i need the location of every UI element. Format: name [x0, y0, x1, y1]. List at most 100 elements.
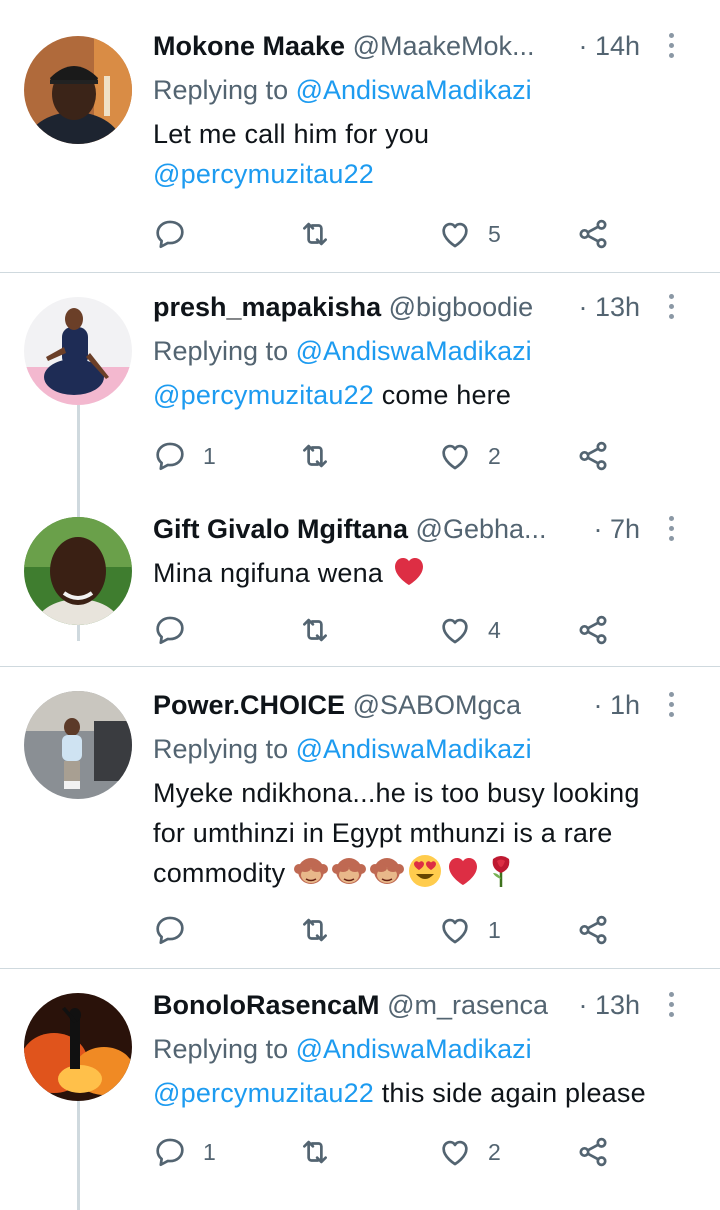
tweet-actions: 1 2: [153, 1132, 613, 1172]
share-button[interactable]: [576, 214, 610, 254]
reply-icon: [153, 613, 187, 647]
retweet-icon: [298, 613, 332, 647]
reply-icon: [153, 913, 187, 947]
reply-button[interactable]: [153, 910, 203, 950]
more-icon[interactable]: [666, 689, 676, 721]
tweet-text: @percymuzitau22 this side again please: [153, 1073, 700, 1113]
user-handle[interactable]: @m_rasenca: [387, 990, 548, 1020]
retweet-icon: [298, 217, 332, 251]
user-handle[interactable]: @SABOMgca: [353, 690, 521, 720]
reply-button[interactable]: 1: [153, 1132, 216, 1172]
reply-button[interactable]: 1: [153, 436, 216, 476]
share-icon: [576, 613, 610, 647]
tweet-actions: 1 2: [153, 436, 613, 476]
tweet-time[interactable]: · 13h: [578, 287, 640, 327]
reply-feed: Mokone Maake @MaakeMok... · 14h Replying…: [0, 0, 720, 1210]
share-button[interactable]: [576, 1132, 610, 1172]
tweet-text: Mina ngifuna wena: [153, 553, 700, 593]
see-no-evil-monkey-emoji: [293, 853, 329, 889]
tweet-card[interactable]: BonoloRasencaM @m_rasenca · 13h Replying…: [0, 969, 720, 1210]
share-icon: [576, 439, 610, 473]
user-handle[interactable]: @bigboodie: [389, 292, 534, 322]
retweet-icon: [298, 913, 332, 947]
heart-eyes-emoji: [407, 853, 443, 889]
tweet-time[interactable]: · 14h: [578, 26, 640, 66]
replying-to: Replying to @AndiswaMadikazi: [153, 331, 700, 371]
avatar[interactable]: [24, 993, 132, 1101]
tweet-text: @percymuzitau22 come here: [153, 375, 700, 415]
share-icon: [576, 913, 610, 947]
display-name[interactable]: Mokone Maake: [153, 31, 345, 61]
more-icon[interactable]: [666, 30, 676, 62]
like-count: 2: [488, 442, 501, 469]
avatar[interactable]: [24, 517, 132, 625]
tweet-card[interactable]: Mokone Maake @MaakeMok... · 14h Replying…: [0, 0, 720, 272]
retweet-button[interactable]: [298, 1132, 348, 1172]
tweet-header: BonoloRasencaM @m_rasenca · 13h: [153, 985, 700, 1025]
like-count: 5: [488, 220, 501, 247]
tweet-body: presh_mapakisha @bigboodie · 13h Replyin…: [153, 287, 700, 415]
retweet-button[interactable]: [298, 436, 348, 476]
user-avatar-photo: [24, 993, 132, 1101]
tweet-text-line: come here: [374, 380, 512, 410]
tweet-time[interactable]: · 7h: [593, 509, 640, 549]
retweet-button[interactable]: [298, 214, 348, 254]
reply-count: 1: [203, 442, 216, 469]
share-button[interactable]: [576, 910, 610, 950]
share-button[interactable]: [576, 610, 610, 650]
replying-to-link[interactable]: @AndiswaMadikazi: [296, 1034, 532, 1064]
user-handle[interactable]: @Gebha...: [416, 514, 547, 544]
tweet-body: BonoloRasencaM @m_rasenca · 13h Replying…: [153, 985, 700, 1113]
tweet-card[interactable]: presh_mapakisha @bigboodie · 13h Replyin…: [0, 273, 720, 666]
see-no-evil-monkey-emoji: [331, 853, 367, 889]
like-button[interactable]: 4: [438, 610, 501, 650]
tweet-time[interactable]: · 1h: [593, 685, 640, 725]
tweet-text-line: commodity: [153, 858, 286, 888]
share-button[interactable]: [576, 436, 610, 476]
like-button[interactable]: 2: [438, 1132, 501, 1172]
rose-emoji: [483, 853, 519, 889]
mention-link[interactable]: @percymuzitau22: [153, 154, 700, 194]
avatar[interactable]: [24, 297, 132, 405]
like-count: 2: [488, 1138, 501, 1165]
replying-to-label: Replying to: [153, 336, 289, 366]
retweet-button[interactable]: [298, 910, 348, 950]
retweet-button[interactable]: [298, 610, 348, 650]
replying-to-link[interactable]: @AndiswaMadikazi: [296, 734, 532, 764]
display-name[interactable]: BonoloRasencaM: [153, 990, 380, 1020]
tweet-text-line: Mina ngifuna wena: [153, 558, 384, 588]
display-name[interactable]: presh_mapakisha: [153, 292, 381, 322]
display-name[interactable]: Gift Givalo Mgiftana: [153, 514, 408, 544]
user-avatar-photo: [24, 297, 132, 405]
like-button[interactable]: 5: [438, 214, 501, 254]
tweet-body: Gift Givalo Mgiftana @Gebha... · 7h Mina…: [153, 509, 700, 593]
more-icon[interactable]: [666, 513, 676, 545]
more-icon[interactable]: [666, 291, 676, 323]
like-icon: [438, 439, 472, 473]
like-icon: [438, 913, 472, 947]
replying-to-link[interactable]: @AndiswaMadikazi: [296, 336, 532, 366]
user-handle[interactable]: @MaakeMok...: [353, 31, 535, 61]
tweet-actions: 5: [153, 214, 613, 254]
replying-to-label: Replying to: [153, 75, 289, 105]
like-count: 4: [488, 616, 501, 643]
tweet-text-line: this side again please: [374, 1078, 646, 1108]
tweet-header: Gift Givalo Mgiftana @Gebha... · 7h: [153, 509, 700, 549]
like-count: 1: [488, 916, 501, 943]
reply-icon: [153, 439, 187, 473]
replying-to-link[interactable]: @AndiswaMadikazi: [296, 75, 532, 105]
like-button[interactable]: 1: [438, 910, 501, 950]
tweet-card[interactable]: Power.CHOICE @SABOMgca · 1h Replying to …: [0, 667, 720, 968]
avatar[interactable]: [24, 691, 132, 799]
reply-button[interactable]: [153, 214, 203, 254]
more-icon[interactable]: [666, 989, 676, 1021]
like-button[interactable]: 2: [438, 436, 501, 476]
display-name[interactable]: Power.CHOICE: [153, 690, 345, 720]
reply-button[interactable]: [153, 610, 203, 650]
replying-to: Replying to @AndiswaMadikazi: [153, 70, 700, 110]
mention-link[interactable]: @percymuzitau22: [153, 1078, 374, 1108]
avatar[interactable]: [24, 36, 132, 144]
tweet-time[interactable]: · 13h: [578, 985, 640, 1025]
tweet-text: Myeke ndikhona...he is too busy looking …: [153, 773, 700, 893]
mention-link[interactable]: @percymuzitau22: [153, 380, 374, 410]
